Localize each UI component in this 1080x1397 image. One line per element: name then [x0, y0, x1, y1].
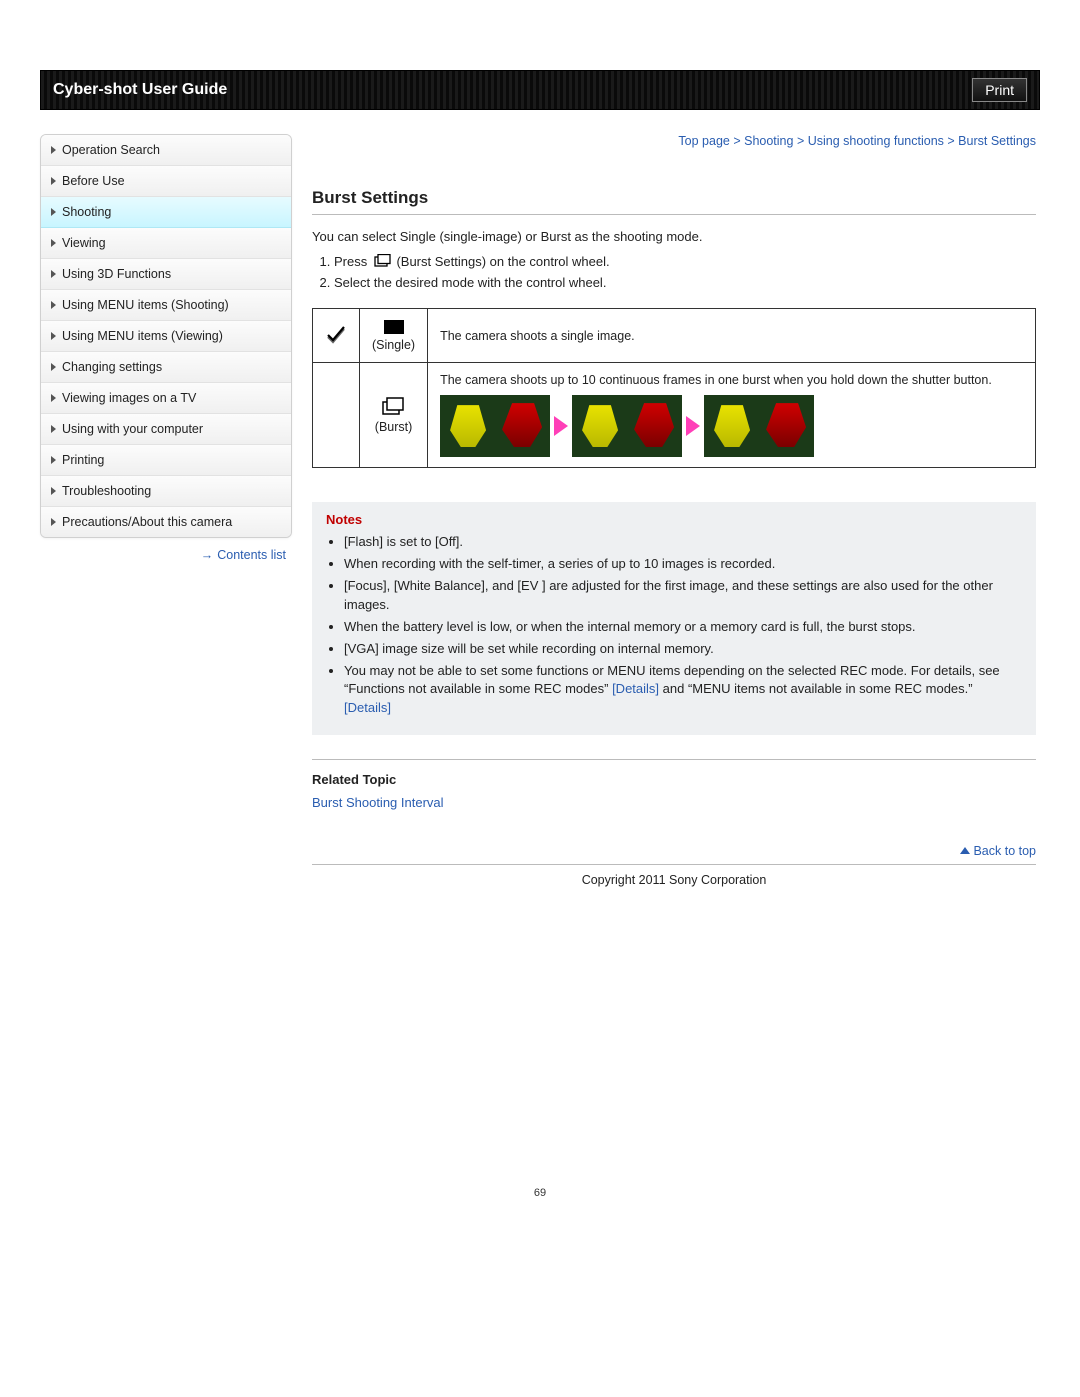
breadcrumb-using-functions[interactable]: Using shooting functions [808, 134, 944, 148]
chevron-right-icon [51, 177, 56, 185]
burst-frame-2 [572, 395, 682, 457]
back-to-top-link[interactable]: Back to top [312, 844, 1036, 858]
chevron-right-icon [51, 363, 56, 371]
note-item: [Flash] is set to [Off]. [344, 533, 1022, 551]
nav-box: Operation Search Before Use Shooting Viewin… [40, 134, 292, 538]
header-bar: Cyber-shot User Guide Print [40, 70, 1040, 110]
copyright: Copyright 2011 Sony Corporation [312, 864, 1036, 887]
breadcrumb: Top page > Shooting > Using shooting fun… [312, 134, 1036, 148]
chevron-right-icon [51, 239, 56, 247]
chevron-right-icon [51, 425, 56, 433]
notes-title: Notes [326, 512, 1022, 527]
step-2: Select the desired mode with the control… [334, 275, 1036, 290]
sidebar-item-using-menu-items-viewing[interactable]: Using MENU items (Viewing) [41, 321, 291, 352]
note-item: [VGA] image size will be set while recor… [344, 640, 1022, 658]
sidebar-item-label: Viewing [62, 236, 106, 250]
page-number: 69 [40, 1187, 1040, 1199]
sidebar-item-precautions-about-this-camera[interactable]: Precautions/About this camera [41, 507, 291, 537]
notes-box: Notes [Flash] is set to [Off]. When recor… [312, 502, 1036, 735]
sidebar-item-label: Using MENU items (Shooting) [62, 298, 229, 312]
burst-frame-3 [704, 395, 814, 457]
note-item: [Focus], [White Balance], and [EV ] are … [344, 577, 1022, 613]
guide-title: Cyber-shot User Guide [53, 81, 227, 99]
modes-table: (Single) The camera shoots a single imag… [312, 308, 1036, 468]
sidebar-item-label: Troubleshooting [62, 484, 151, 498]
sidebar-item-label: Operation Search [62, 143, 160, 157]
sidebar-item-label: Shooting [62, 205, 111, 219]
arrow-icon [554, 416, 568, 436]
chevron-right-icon [51, 456, 56, 464]
step-1: Press (Burst Settings) on the control wh… [334, 254, 1036, 271]
burst-settings-icon [373, 254, 391, 271]
chevron-right-icon [51, 301, 56, 309]
breadcrumb-current: Burst Settings [958, 134, 1036, 148]
sidebar-item-label: Using 3D Functions [62, 267, 171, 281]
burst-illustration [440, 395, 1023, 457]
contents-list-link[interactable]: →Contents list [40, 538, 292, 562]
sidebar-item-using-menu-items-shooting[interactable]: Using MENU items (Shooting) [41, 290, 291, 321]
single-desc: The camera shoots a single image. [428, 309, 1036, 363]
single-icon [383, 319, 405, 335]
sidebar-item-shooting[interactable]: Shooting [41, 197, 291, 228]
sidebar-item-operation-search[interactable]: Operation Search [41, 135, 291, 166]
sidebar-item-before-use[interactable]: Before Use [41, 166, 291, 197]
sidebar-item-printing[interactable]: Printing [41, 445, 291, 476]
sidebar-item-label: Using with your computer [62, 422, 203, 436]
arrow-icon [686, 416, 700, 436]
sidebar-item-viewing-images-on-a-tv[interactable]: Viewing images on a TV [41, 383, 291, 414]
sidebar-item-viewing[interactable]: Viewing [41, 228, 291, 259]
sidebar-item-using-with-your-computer[interactable]: Using with your computer [41, 414, 291, 445]
chevron-right-icon [51, 394, 56, 402]
steps-list: Press (Burst Settings) on the control wh… [334, 254, 1036, 290]
up-arrow-icon [960, 847, 970, 854]
details-link[interactable]: [Details] [344, 700, 391, 715]
intro-text: You can select Single (single-image) or … [312, 229, 1036, 244]
chevron-right-icon [51, 270, 56, 278]
chevron-right-icon [51, 332, 56, 340]
burst-mode-cell: (Burst) [360, 363, 428, 468]
burst-desc: The camera shoots up to 10 continuous fr… [440, 373, 1023, 387]
main-content: Top page > Shooting > Using shooting fun… [312, 134, 1040, 887]
chevron-right-icon [51, 487, 56, 495]
sidebar-item-label: Before Use [62, 174, 125, 188]
sidebar-item-changing-settings[interactable]: Changing settings [41, 352, 291, 383]
burst-icon [382, 397, 406, 417]
arrow-right-icon: → [201, 548, 214, 562]
related-link-burst-interval[interactable]: Burst Shooting Interval [312, 795, 444, 810]
breadcrumb-top[interactable]: Top page [678, 134, 729, 148]
burst-desc-cell: The camera shoots up to 10 continuous fr… [428, 363, 1036, 468]
sidebar-item-label: Viewing images on a TV [62, 391, 196, 405]
sidebar-item-label: Printing [62, 453, 104, 467]
breadcrumb-shooting[interactable]: Shooting [744, 134, 793, 148]
chevron-right-icon [51, 146, 56, 154]
note-item: When the battery level is low, or when t… [344, 618, 1022, 636]
related-topic-title: Related Topic [312, 772, 1036, 787]
details-link[interactable]: [Details] [612, 681, 659, 696]
sidebar-item-troubleshooting[interactable]: Troubleshooting [41, 476, 291, 507]
burst-frame-1 [440, 395, 550, 457]
note-item: When recording with the self-timer, a se… [344, 555, 1022, 573]
separator [312, 759, 1036, 760]
page-title: Burst Settings [312, 188, 1036, 215]
single-mode-cell: (Single) [360, 309, 428, 363]
sidebar: Operation Search Before Use Shooting Viewin… [40, 134, 292, 887]
chevron-right-icon [51, 208, 56, 216]
chevron-right-icon [51, 518, 56, 526]
sidebar-item-using-3d-functions[interactable]: Using 3D Functions [41, 259, 291, 290]
sidebar-item-label: Precautions/About this camera [62, 515, 232, 529]
print-button[interactable]: Print [972, 78, 1027, 102]
note-item: You may not be able to set some function… [344, 662, 1022, 717]
table-row: (Burst) The camera shoots up to 10 conti… [313, 363, 1036, 468]
contents-list-label: Contents list [217, 548, 286, 562]
check-icon [313, 309, 360, 363]
notes-list: [Flash] is set to [Off]. When recording w… [344, 533, 1022, 717]
sidebar-item-label: Using MENU items (Viewing) [62, 329, 223, 343]
table-row: (Single) The camera shoots a single imag… [313, 309, 1036, 363]
sidebar-item-label: Changing settings [62, 360, 162, 374]
